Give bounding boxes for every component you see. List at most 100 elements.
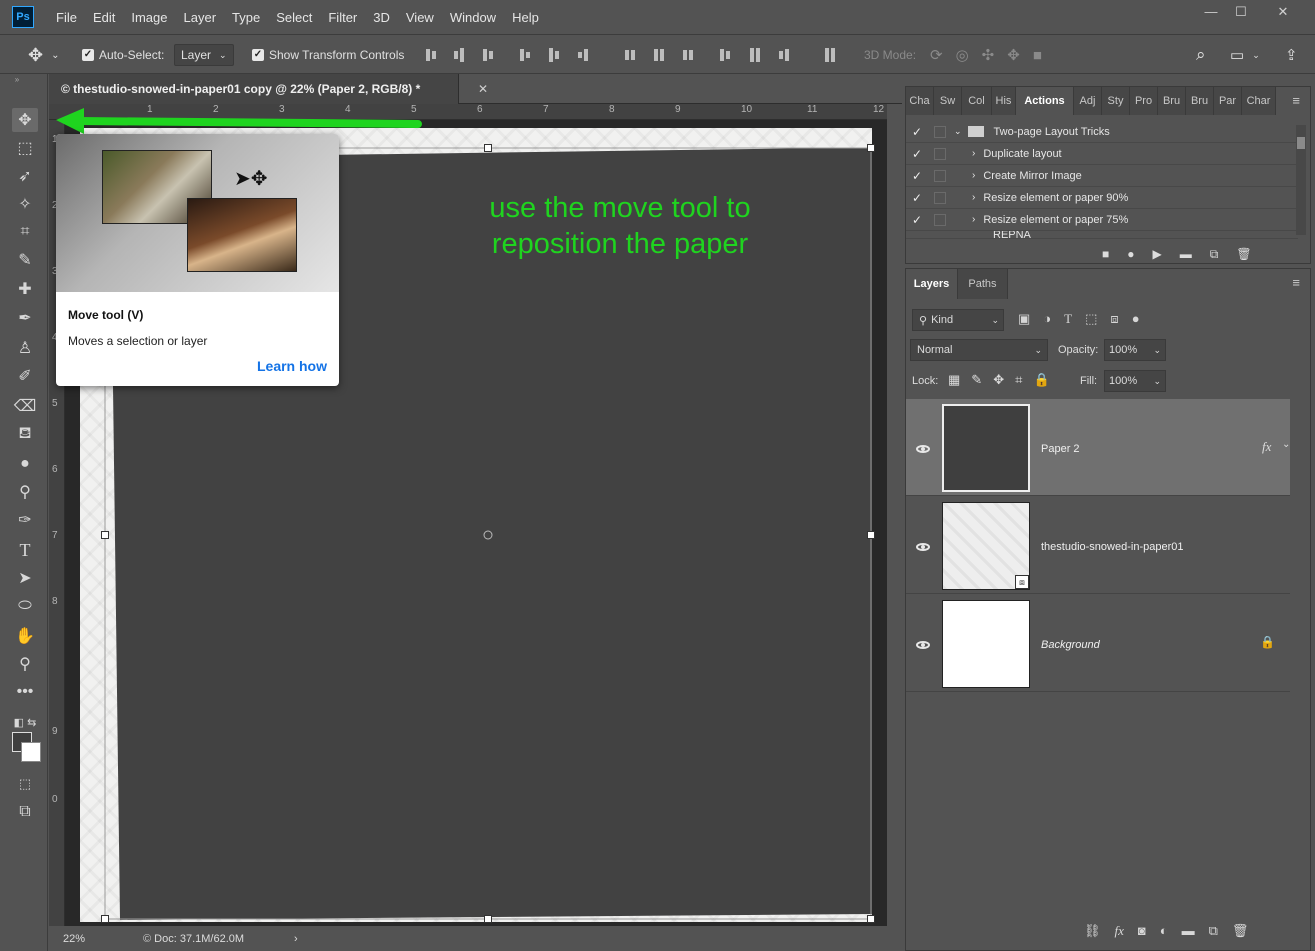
chevron-right-icon[interactable]: › [972,148,975,159]
3d-roll-icon[interactable]: ◎ [956,46,969,64]
type-tool-icon[interactable]: T [12,538,38,562]
3d-camera-icon[interactable]: ■ [1033,47,1042,64]
transform-handle-bottom-right[interactable] [867,915,875,923]
action-row[interactable]: REPNA [906,231,1298,239]
action-row[interactable]: ✓ › Resize element or paper 90% [906,187,1298,209]
quick-mask-icon[interactable]: ⬚ [12,772,38,796]
align-vcenter-icon[interactable] [452,47,466,63]
checkmark-icon[interactable]: ✓ [906,147,928,161]
visibility-eye-icon[interactable] [916,641,930,649]
tab-brush-settings[interactable]: Bru [1186,87,1214,115]
tab-paragraph[interactable]: Par [1214,87,1242,115]
learn-how-link[interactable]: Learn how [257,358,327,374]
move-tool-preset-icon[interactable]: ✥ ⌄ [28,35,59,75]
tab-color[interactable]: Col [962,87,992,115]
menu-image[interactable]: Image [123,10,175,25]
play-icon[interactable]: ▶ [1153,247,1162,262]
minimize-button[interactable]: — [1196,4,1226,22]
search-icon[interactable]: ⌕ [1196,35,1206,75]
move-tool-icon[interactable]: ✥ [12,108,38,132]
auto-select-dropdown[interactable]: Layer ⌄ [174,35,234,75]
lock-all-icon[interactable]: 🔒 [1033,372,1049,388]
tab-actions[interactable]: Actions [1016,87,1074,115]
document-tab[interactable]: © thestudio-snowed-in-paper01 copy @ 22%… [49,74,488,104]
layer-row-paper-2[interactable]: Paper 2 fx ⌄ [906,399,1290,496]
pen-tool-icon[interactable]: ✑ [12,508,38,532]
lock-position-icon[interactable]: ✥ [993,372,1004,388]
tab-brushes[interactable]: Bru [1158,87,1186,115]
transform-handle-top-right[interactable] [867,144,875,152]
photoshop-logo-icon[interactable]: Ps [12,6,34,28]
layer-row-paper01[interactable]: ⧈ thestudio-snowed-in-paper01 [906,497,1290,594]
tab-history[interactable]: His [992,87,1016,115]
chevron-right-icon[interactable]: › [972,214,975,225]
tab-paths[interactable]: Paths [958,269,1008,299]
eraser-tool-icon[interactable]: ⌫ [12,394,38,418]
path-selection-tool-icon[interactable]: ➤ [12,566,38,590]
stamp-tool-icon[interactable]: ♙ [12,336,38,360]
auto-align-icon[interactable] [823,47,837,63]
checkmark-icon[interactable]: ✓ [906,169,928,183]
align-hcenter-icon[interactable] [547,47,561,63]
chevron-down-icon[interactable]: ⌄ [1153,345,1161,356]
new-action-icon[interactable]: ⧉ [1210,247,1219,262]
layer-row-background[interactable]: Background 🔒 [906,595,1290,692]
action-row[interactable]: ✓ › Create Mirror Image [906,165,1298,187]
dialog-toggle[interactable] [934,191,946,204]
new-set-folder-icon[interactable]: ▬ [1180,247,1192,262]
checkmark-icon[interactable]: ✓ [906,191,928,205]
menu-layer[interactable]: Layer [176,10,225,25]
blend-mode-dropdown[interactable]: Normal ⌄ [910,339,1048,361]
distribute-top-icon[interactable] [623,47,637,63]
tab-adjustments[interactable]: Adj [1074,87,1102,115]
menu-window[interactable]: Window [442,10,504,25]
checkmark-icon[interactable]: ✓ [906,213,928,227]
menu-filter[interactable]: Filter [320,10,365,25]
tab-styles[interactable]: Sty [1102,87,1130,115]
workspace-icon[interactable]: ▭ ⌄ [1230,35,1260,75]
dialog-toggle[interactable] [934,169,946,182]
tab-layers[interactable]: Layers [906,269,958,299]
chevron-down-icon[interactable]: ⌄ [1282,439,1290,450]
action-row[interactable]: ✓ › Duplicate layout [906,143,1298,165]
fill-input[interactable]: 100% ⌄ [1104,370,1166,392]
transform-handle-left[interactable] [101,531,109,539]
3d-slide-icon[interactable]: ✥ [1007,46,1020,64]
transform-handle-right[interactable] [867,531,875,539]
distribute-left-icon[interactable] [718,47,732,63]
eyedropper-tool-icon[interactable]: ✎ [12,248,38,272]
zoom-level[interactable]: 22% [63,933,143,945]
menu-help[interactable]: Help [504,10,547,25]
link-layers-icon[interactable]: ⛓ [1084,923,1101,939]
lock-artboard-icon[interactable]: ⌗ [1015,372,1022,388]
delete-icon[interactable]: 🗑 [1236,247,1251,262]
marquee-tool-icon[interactable]: ⬚ [12,136,38,160]
filter-type-icon[interactable]: T [1064,311,1072,327]
layers-scrollbar[interactable] [1292,399,1306,691]
lock-transparent-icon[interactable]: ▦ [948,372,960,388]
chevron-down-icon[interactable]: ⌄ [1153,376,1161,387]
layer-style-fx-icon[interactable]: fx [1115,923,1124,939]
filter-shape-icon[interactable]: ⬚ [1085,311,1097,327]
dialog-toggle[interactable] [934,213,946,226]
distribute-right-icon[interactable] [777,47,791,63]
ellipse-tool-icon[interactable]: ⬭ [12,594,38,618]
layer-name[interactable]: Background [1041,639,1100,651]
menu-edit[interactable]: Edit [85,10,123,25]
chevron-right-icon[interactable]: › [972,170,975,181]
group-folder-icon[interactable]: ▬ [1182,923,1195,939]
tab-character[interactable]: Cha [906,87,934,115]
blur-tool-icon[interactable]: ● [12,452,38,476]
lasso-tool-icon[interactable]: ➶ [12,164,38,188]
dialog-toggle[interactable] [934,147,946,160]
transform-handle-bottom-left[interactable] [101,915,109,923]
tab-properties[interactable]: Pro [1130,87,1158,115]
distribute-bottom-icon[interactable] [681,47,695,63]
layer-mask-icon[interactable]: ◙ [1138,923,1146,939]
crop-tool-icon[interactable]: ⌗ [12,220,38,244]
status-menu-arrow[interactable]: › [294,933,298,945]
share-icon[interactable]: ⇪ [1285,35,1298,75]
paint-bucket-tool-icon[interactable]: ⛾ [12,422,38,446]
action-row[interactable]: ✓ › Resize element or paper 75% [906,209,1298,231]
more-tools-icon[interactable]: ••• [12,680,38,704]
